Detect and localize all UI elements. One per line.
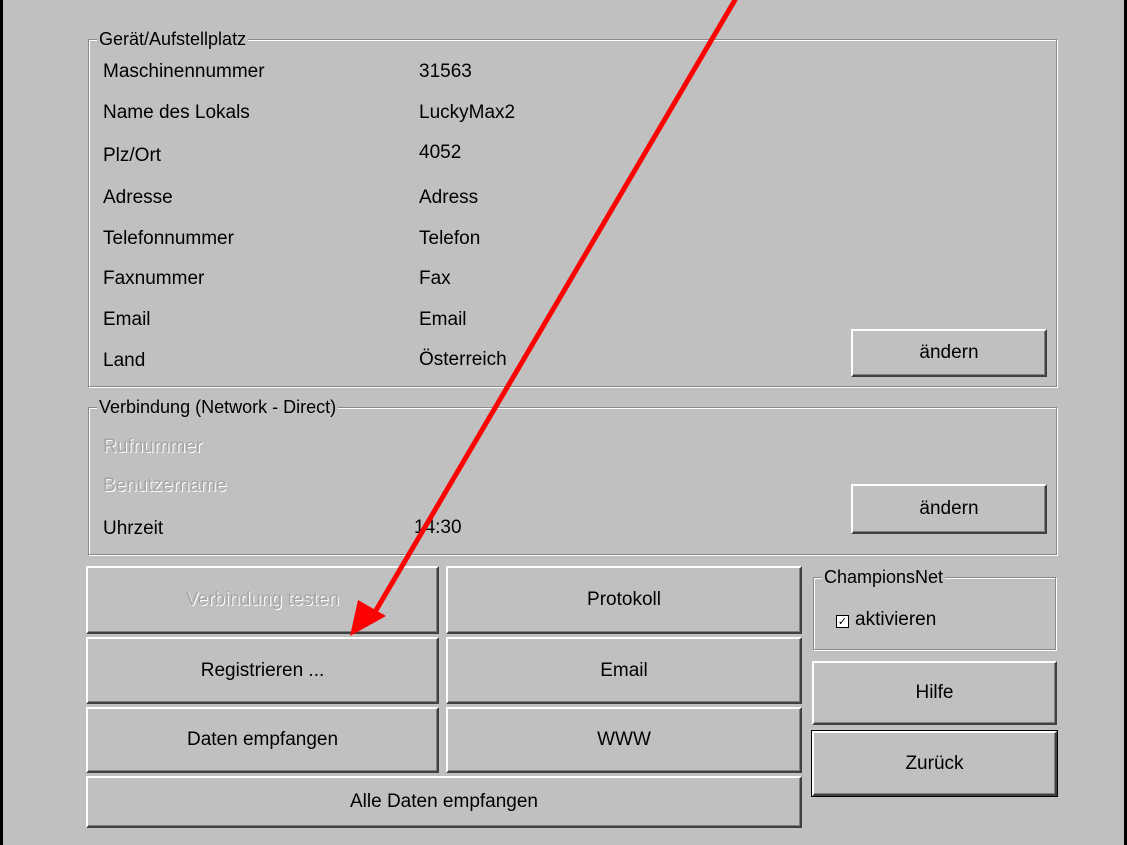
email-button[interactable]: Email xyxy=(446,637,802,704)
screen-border-left xyxy=(0,0,3,845)
championsnet-group: ChampionsNet ✓ aktivieren xyxy=(813,566,1056,650)
venue-name-label: Name des Lokals xyxy=(103,102,250,123)
help-button[interactable]: Hilfe xyxy=(812,661,1057,725)
time-value: 14:30 xyxy=(414,517,462,538)
country-label: Land xyxy=(103,350,146,371)
phone-label: Telefonnummer xyxy=(103,228,234,249)
time-label: Uhrzeit xyxy=(103,518,164,539)
fax-value: Fax xyxy=(419,268,451,289)
username-label: Benutzername xyxy=(103,475,227,496)
device-group: Gerät/Aufstellplatz Maschinennummer 3156… xyxy=(88,28,1057,387)
test-connection-label: Verbindung testen xyxy=(185,589,340,610)
venue-name-value: LuckyMax2 xyxy=(419,102,516,123)
register-button[interactable]: Registrieren ... xyxy=(86,637,439,704)
address-value: Adress xyxy=(419,187,479,208)
device-change-button[interactable]: ändern xyxy=(851,329,1047,377)
email-label: Email xyxy=(103,309,151,330)
www-button[interactable]: WWW xyxy=(446,707,802,773)
country-value: Österreich xyxy=(419,349,507,370)
championsnet-title: ChampionsNet xyxy=(822,566,946,588)
email-value: Email xyxy=(419,309,467,330)
connection-change-button[interactable]: ändern xyxy=(851,484,1047,534)
settings-screen: Gerät/Aufstellplatz Maschinennummer 3156… xyxy=(0,0,1127,845)
phone-number-label: Rufnummer xyxy=(103,436,203,457)
machine-number-value: 31563 xyxy=(419,61,472,82)
test-connection-button[interactable]: Verbindung testen xyxy=(86,566,439,634)
device-group-title: Gerät/Aufstellplatz xyxy=(97,28,249,50)
fax-label: Faxnummer xyxy=(103,268,205,289)
receive-data-button[interactable]: Daten empfangen xyxy=(86,707,439,773)
address-label: Adresse xyxy=(103,187,173,208)
zip-city-label: Plz/Ort xyxy=(103,145,162,166)
activate-checkbox[interactable]: ✓ xyxy=(836,615,849,628)
back-button[interactable]: Zurück xyxy=(811,730,1058,797)
receive-all-data-button[interactable]: Alle Daten empfangen xyxy=(86,776,802,828)
connection-group-title: Verbindung (Network - Direct) xyxy=(97,396,339,418)
connection-group: Verbindung (Network - Direct) Rufnummer … xyxy=(88,396,1057,555)
phone-value: Telefon xyxy=(419,228,481,249)
machine-number-label: Maschinennummer xyxy=(103,61,265,82)
activate-label: aktivieren xyxy=(855,609,937,630)
protocol-button[interactable]: Protokoll xyxy=(446,566,802,634)
zip-city-value: 4052 xyxy=(419,142,462,163)
